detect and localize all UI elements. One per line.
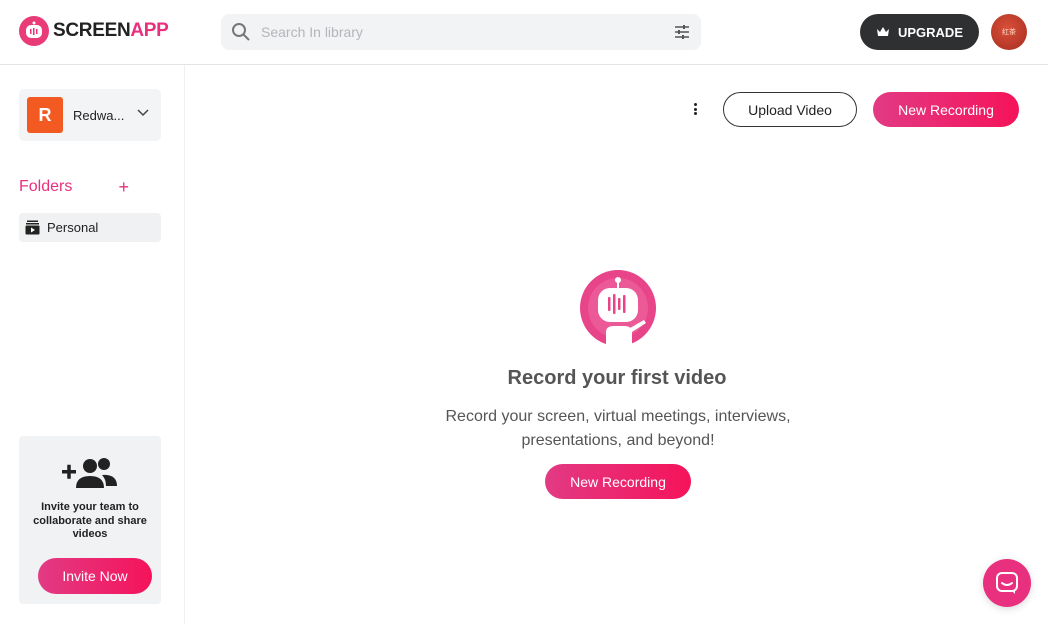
- add-folder-button[interactable]: +: [118, 178, 129, 196]
- video-folder-icon: [25, 220, 40, 235]
- avatar[interactable]: 红茶: [991, 14, 1027, 50]
- empty-state-title: Record your first video: [507, 367, 727, 389]
- main-content: Upload Video New Recording Record your f…: [186, 65, 1048, 624]
- filter-sliders-icon[interactable]: [673, 23, 691, 41]
- sidebar: R Redwa... Folders + Personal Invite you…: [0, 65, 185, 624]
- upload-video-button[interactable]: Upload Video: [723, 92, 857, 127]
- logo[interactable]: SCREENAPP: [19, 16, 169, 46]
- folders-header: Folders +: [19, 178, 129, 196]
- folders-title: Folders: [19, 178, 73, 195]
- folder-label: Personal: [47, 220, 99, 235]
- logo-robot-icon: [19, 16, 49, 46]
- search-bar[interactable]: [221, 14, 701, 50]
- empty-new-recording-button[interactable]: New Recording: [545, 464, 691, 499]
- chevron-down-icon: [137, 109, 149, 117]
- robot-illustration-icon: [580, 270, 656, 346]
- more-options-icon[interactable]: [688, 101, 702, 117]
- logo-text: SCREENAPP: [53, 20, 169, 41]
- search-icon: [232, 23, 250, 41]
- chat-button[interactable]: [983, 559, 1031, 607]
- avatar-text: 红茶: [1002, 29, 1016, 36]
- upgrade-label: UPGRADE: [897, 24, 963, 40]
- empty-state-description: Record your screen, virtual meetings, in…: [445, 408, 791, 449]
- top-bar: SCREENAPP UPGRADE 红茶: [0, 0, 1048, 65]
- upgrade-button[interactable]: UPGRADE: [860, 14, 979, 50]
- invite-now-button[interactable]: Invite Now: [38, 558, 152, 594]
- search-input[interactable]: [261, 24, 661, 40]
- invite-card: Invite your team to collaborate and shar…: [19, 436, 161, 604]
- workspace-badge: R: [27, 97, 63, 133]
- new-recording-button[interactable]: New Recording: [873, 92, 1019, 127]
- workspace-selector[interactable]: R Redwa...: [19, 89, 161, 141]
- crown-icon: [876, 27, 889, 36]
- chat-icon: [996, 572, 1018, 594]
- add-team-icon: [62, 458, 117, 488]
- workspace-name: Redwa...: [73, 107, 125, 123]
- folder-item-personal[interactable]: Personal: [19, 213, 161, 242]
- invite-text: Invite your team to collaborate and shar…: [33, 501, 147, 540]
